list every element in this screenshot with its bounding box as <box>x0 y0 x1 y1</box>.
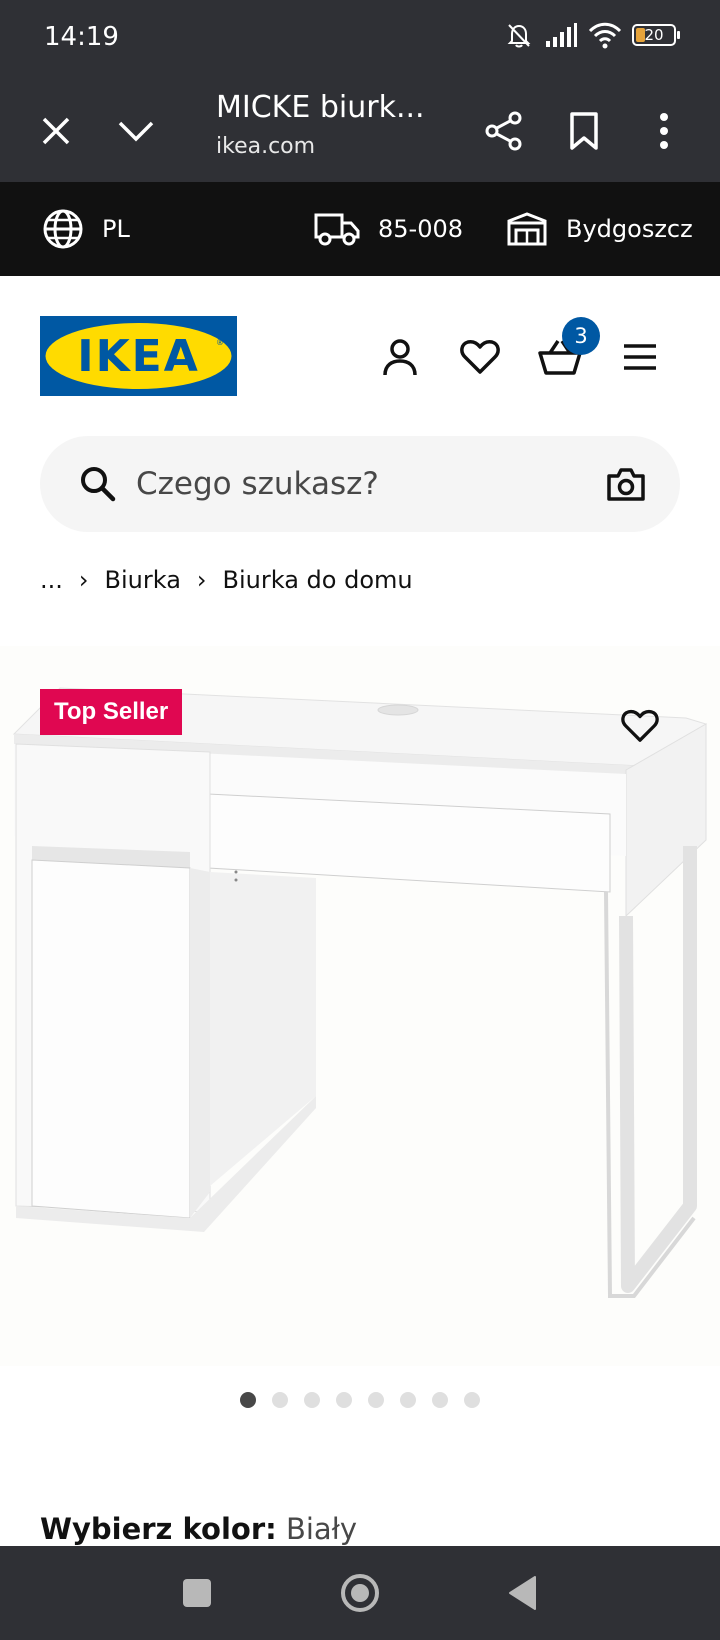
logo-text: IKEA <box>77 331 200 382</box>
camera-icon[interactable] <box>606 464 646 504</box>
more-vertical-icon <box>660 113 668 149</box>
carousel-dot[interactable] <box>272 1392 288 1408</box>
chevron-right-icon: › <box>78 566 89 594</box>
ikea-logo[interactable]: IKEA ® <box>40 316 237 396</box>
bookmark-icon <box>570 112 598 150</box>
location-bar: PL 85-008 Bydgoszcz <box>0 182 720 276</box>
add-to-wishlist-button[interactable] <box>616 702 664 750</box>
country-selector[interactable]: PL <box>42 182 130 276</box>
chevron-right-icon: › <box>196 566 207 594</box>
search-icon <box>81 467 116 502</box>
carousel-dot[interactable] <box>368 1392 384 1408</box>
image-carousel-dots <box>240 1392 480 1408</box>
hamburger-menu-icon <box>624 344 656 370</box>
bell-mute-icon <box>507 24 531 48</box>
breadcrumb-item-biurka-do-domu[interactable]: Biurka do domu <box>223 566 413 594</box>
color-value: Biały <box>285 1512 358 1546</box>
carousel-dot[interactable] <box>432 1392 448 1408</box>
carousel-dot[interactable] <box>304 1392 320 1408</box>
status-time: 14:19 <box>44 22 119 52</box>
postcode: 85-008 <box>378 215 464 243</box>
globe-icon <box>43 209 83 249</box>
wishlist-button[interactable] <box>455 332 505 382</box>
status-icons: 20 <box>504 20 680 50</box>
ikea-logo-graphic: IKEA ® <box>40 316 237 396</box>
carousel-dot[interactable] <box>336 1392 352 1408</box>
search-input[interactable] <box>136 436 556 532</box>
signal-icon <box>546 23 577 47</box>
top-seller-badge: Top Seller <box>40 689 183 735</box>
back-button[interactable] <box>498 1568 548 1618</box>
cart-count-badge: 3 <box>562 317 600 355</box>
heart-icon <box>460 340 500 374</box>
store-name: Bydgoszcz <box>566 215 693 243</box>
color-selector[interactable]: Wybierz kolor: Biały <box>40 1512 357 1546</box>
store-icon <box>507 212 547 246</box>
back-triangle-icon <box>509 1576 536 1610</box>
svg-text:®: ® <box>216 338 224 347</box>
breadcrumb-ellipsis[interactable]: ... <box>40 566 63 594</box>
close-tab-button[interactable] <box>26 101 86 161</box>
tab-title: MICKE biurk... <box>216 90 425 125</box>
system-nav-bar <box>0 1546 720 1640</box>
color-label: Wybierz kolor: <box>40 1512 277 1546</box>
carousel-dot[interactable] <box>464 1392 480 1408</box>
close-icon <box>42 117 70 145</box>
country-code: PL <box>102 215 130 243</box>
postcode-selector[interactable]: 85-008 <box>314 182 463 276</box>
square-icon <box>183 1579 211 1607</box>
search-bar <box>40 436 680 532</box>
recent-apps-button[interactable] <box>172 1568 222 1618</box>
chevron-down-icon <box>118 121 154 142</box>
breadcrumb: ... › Biurka › Biurka do domu <box>40 566 413 594</box>
share-button[interactable] <box>474 101 534 161</box>
carousel-dot[interactable] <box>400 1392 416 1408</box>
browser-tab-bar: MICKE biurk... ikea.com <box>0 80 720 182</box>
minimize-tab-button[interactable] <box>106 101 166 161</box>
heart-icon <box>621 709 659 742</box>
bookmark-button[interactable] <box>554 101 614 161</box>
delivery-truck-icon <box>314 213 360 246</box>
share-icon <box>485 111 522 151</box>
breadcrumb-item-biurka[interactable]: Biurka <box>105 566 181 594</box>
wifi-icon <box>588 22 622 49</box>
tab-url: ikea.com <box>216 134 316 159</box>
menu-button[interactable] <box>615 332 665 382</box>
status-bar: 14:19 20 <box>0 0 720 80</box>
more-options-button[interactable] <box>634 101 694 161</box>
carousel-dot[interactable] <box>240 1392 256 1408</box>
user-icon <box>383 339 417 376</box>
home-button[interactable] <box>335 1568 385 1618</box>
profile-button[interactable] <box>375 332 425 382</box>
desk-image <box>12 687 708 1298</box>
battery-icon: 20 <box>632 24 680 46</box>
product-image[interactable] <box>0 646 720 1366</box>
store-selector[interactable]: Bydgoszcz <box>506 182 693 276</box>
battery-level: 20 <box>644 26 664 44</box>
home-circle-icon <box>341 1574 379 1612</box>
